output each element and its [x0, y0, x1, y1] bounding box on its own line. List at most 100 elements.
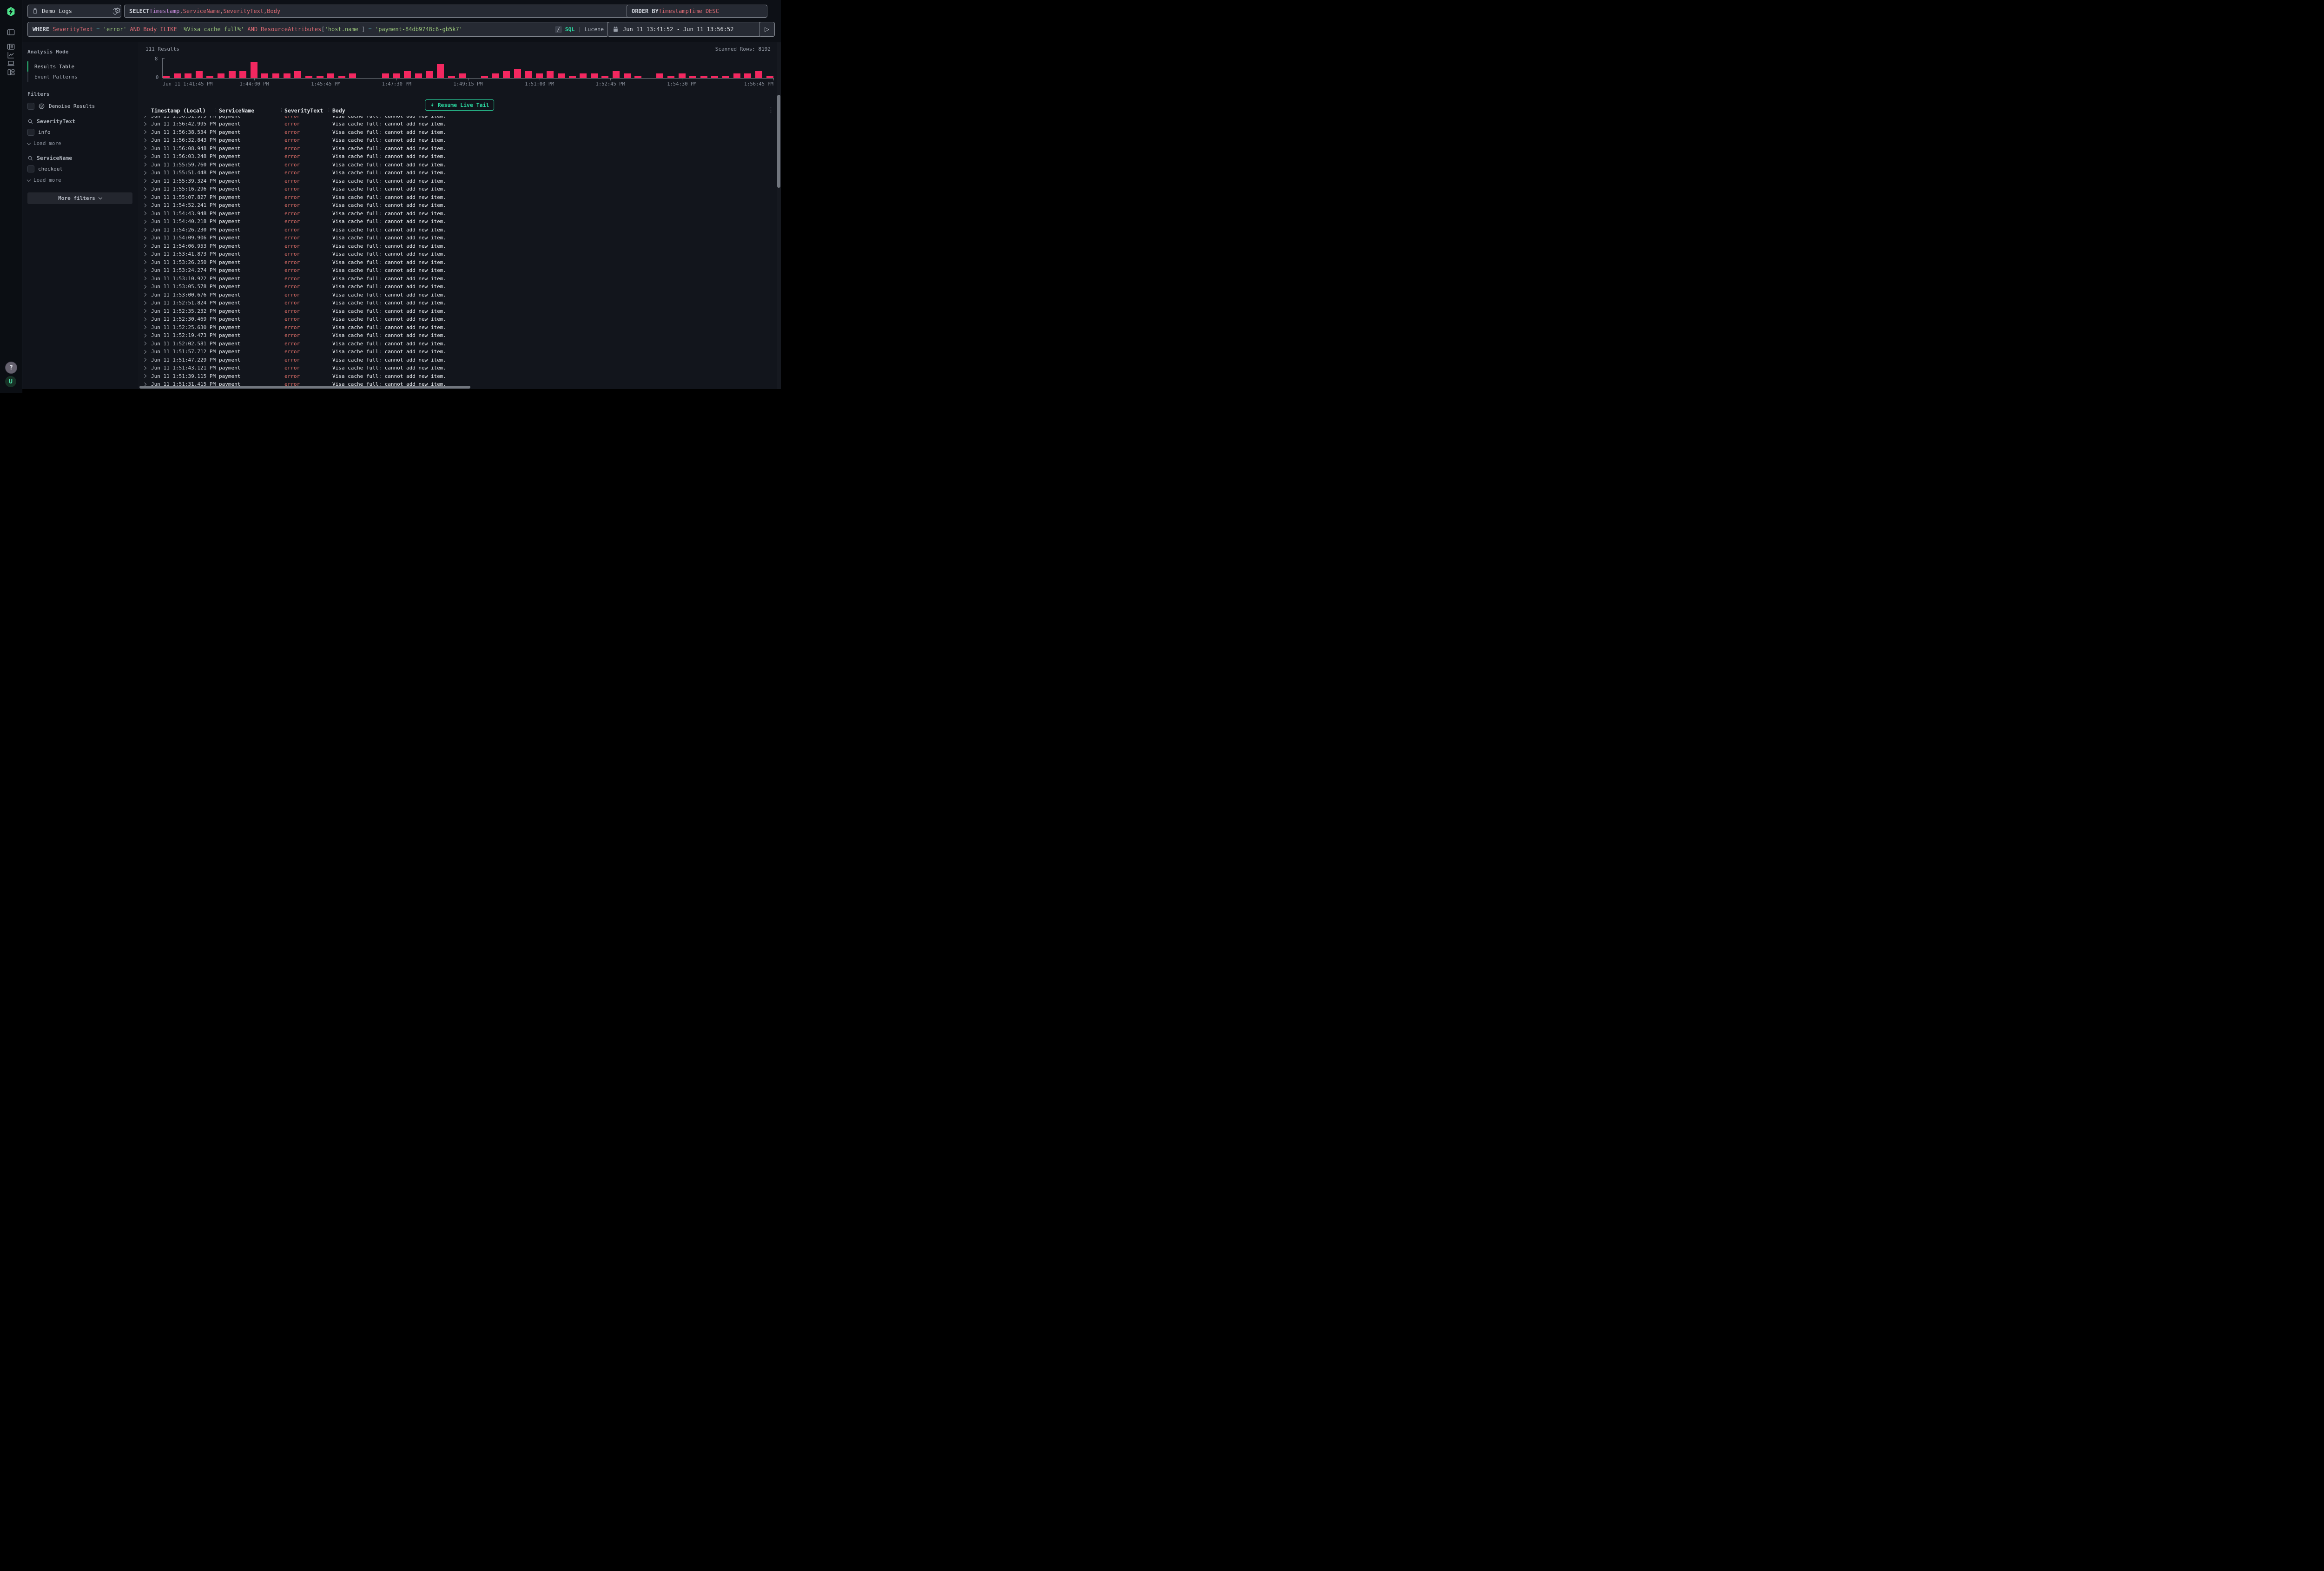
sidebar-panel-icon[interactable]: [6, 27, 16, 37]
denoise-checkbox[interactable]: [27, 103, 34, 110]
table-row[interactable]: Jun 11 1:53:41.873 PMpaymenterrorVisa ca…: [138, 251, 777, 259]
row-expand-icon[interactable]: [143, 219, 146, 223]
load-more-severitytext[interactable]: Load more: [27, 140, 132, 146]
row-expand-icon[interactable]: [143, 358, 146, 362]
dashboard-icon[interactable]: [6, 67, 16, 77]
avatar[interactable]: U: [5, 376, 16, 387]
where-query-input[interactable]: WHERE SeverityText = 'error' AND Body IL…: [27, 22, 608, 37]
table-row[interactable]: Jun 11 1:52:30.469 PMpaymenterrorVisa ca…: [138, 316, 777, 324]
row-expand-icon[interactable]: [143, 146, 146, 150]
row-expand-icon[interactable]: [143, 211, 146, 215]
table-row[interactable]: Jun 11 1:55:59.760 PMpaymenterrorVisa ca…: [138, 161, 777, 169]
table-row[interactable]: Jun 11 1:53:10.922 PMpaymenterrorVisa ca…: [138, 275, 777, 283]
row-expand-icon[interactable]: [143, 374, 146, 378]
table-row[interactable]: Jun 11 1:53:05.578 PMpaymenterrorVisa ca…: [138, 283, 777, 291]
table-row[interactable]: Jun 11 1:54:09.906 PMpaymenterrorVisa ca…: [138, 234, 777, 243]
row-expand-icon[interactable]: [143, 366, 146, 370]
table-row[interactable]: Jun 11 1:55:16.296 PMpaymenterrorVisa ca…: [138, 185, 777, 194]
time-range-picker[interactable]: Jun 11 13:41:52 - Jun 11 13:56:52: [607, 22, 761, 37]
row-expand-icon[interactable]: [143, 154, 146, 158]
table-row[interactable]: Jun 11 1:55:07.827 PMpaymenterrorVisa ca…: [138, 193, 777, 202]
row-expand-icon[interactable]: [143, 236, 146, 239]
help-button[interactable]: ?: [5, 362, 17, 374]
table-row[interactable]: Jun 11 1:52:19.473 PMpaymenterrorVisa ca…: [138, 332, 777, 340]
row-expand-icon[interactable]: [143, 195, 146, 199]
row-expand-icon[interactable]: [143, 350, 146, 353]
more-filters-button[interactable]: More filters: [27, 192, 132, 204]
vertical-scrollbar-thumb[interactable]: [777, 95, 780, 188]
table-row[interactable]: Jun 11 1:54:52.241 PMpaymenterrorVisa ca…: [138, 202, 777, 210]
table-row[interactable]: Jun 11 1:54:06.953 PMpaymenterrorVisa ca…: [138, 242, 777, 251]
row-expand-icon[interactable]: [143, 179, 146, 183]
gear-icon[interactable]: ⚙: [114, 6, 121, 15]
table-row[interactable]: Jun 11 1:54:26.230 PMpaymenterrorVisa ca…: [138, 226, 777, 234]
table-row[interactable]: Jun 11 1:52:25.630 PMpaymenterrorVisa ca…: [138, 323, 777, 332]
histogram-bar: [261, 73, 268, 78]
table-row[interactable]: Jun 11 1:56:03.248 PMpaymenterrorVisa ca…: [138, 153, 777, 161]
cell-sev: error: [284, 267, 300, 273]
column-resize-handle[interactable]: ⋮: [326, 107, 331, 113]
table-row[interactable]: Jun 11 1:51:47.229 PMpaymenterrorVisa ca…: [138, 356, 777, 364]
table-row[interactable]: Jun 11 1:52:35.232 PMpaymenterrorVisa ca…: [138, 307, 777, 316]
table-row[interactable]: Jun 11 1:56:08.948 PMpaymenterrorVisa ca…: [138, 145, 777, 153]
row-expand-icon[interactable]: [143, 130, 146, 134]
table-row[interactable]: Jun 11 1:54:43.948 PMpaymenterrorVisa ca…: [138, 210, 777, 218]
table-row[interactable]: Jun 11 1:56:42.995 PMpaymenterrorVisa ca…: [138, 120, 777, 129]
row-expand-icon[interactable]: [143, 203, 146, 207]
row-expand-icon[interactable]: [143, 260, 146, 264]
table-row[interactable]: Jun 11 1:53:26.250 PMpaymenterrorVisa ca…: [138, 258, 777, 267]
row-expand-icon[interactable]: [143, 317, 146, 321]
row-expand-icon[interactable]: [143, 244, 146, 248]
lucene-mode-option[interactable]: Lucene: [584, 26, 604, 33]
row-expand-icon[interactable]: [143, 277, 146, 280]
resume-live-tail-button[interactable]: Resume Live Tail: [425, 99, 495, 111]
histogram-bar: [251, 62, 257, 78]
row-expand-icon[interactable]: [143, 122, 146, 125]
table-row[interactable]: Jun 11 1:52:51.824 PMpaymenterrorVisa ca…: [138, 299, 777, 308]
row-expand-icon[interactable]: [143, 252, 146, 256]
load-more-servicename[interactable]: Load more: [27, 177, 132, 183]
row-expand-icon[interactable]: [143, 342, 146, 345]
row-expand-icon[interactable]: [143, 325, 146, 329]
row-expand-icon[interactable]: [143, 268, 146, 272]
row-expand-icon[interactable]: [143, 163, 146, 166]
table-row[interactable]: Jun 11 1:56:32.843 PMpaymenterrorVisa ca…: [138, 137, 777, 145]
column-resize-handle[interactable]: ⋮: [213, 107, 218, 113]
row-expand-icon[interactable]: [143, 138, 146, 142]
sql-mode-option[interactable]: SQL: [565, 26, 575, 33]
row-expand-icon[interactable]: [143, 293, 146, 297]
table-row[interactable]: Jun 11 1:56:38.534 PMpaymenterrorVisa ca…: [138, 128, 777, 137]
mode-results-table[interactable]: Results Table: [27, 61, 132, 72]
mode-event-patterns[interactable]: Event Patterns: [27, 72, 132, 82]
table-row[interactable]: Jun 11 1:53:24.274 PMpaymenterrorVisa ca…: [138, 267, 777, 275]
table-row[interactable]: Jun 11 1:51:39.115 PMpaymenterrorVisa ca…: [138, 372, 777, 381]
facet-option-checkbox[interactable]: [27, 129, 34, 136]
row-expand-icon[interactable]: [143, 228, 146, 231]
row-expand-icon[interactable]: [143, 309, 146, 313]
table-row[interactable]: Jun 11 1:53:00.676 PMpaymenterrorVisa ca…: [138, 291, 777, 299]
select-query-input[interactable]: SELECT Timestamp, ServiceName, SeverityT…: [124, 5, 632, 18]
table-row[interactable]: Jun 11 1:54:40.218 PMpaymenterrorVisa ca…: [138, 218, 777, 226]
query-language-toggle[interactable]: / SQL | Lucene: [555, 26, 608, 33]
horizontal-scrollbar-thumb[interactable]: [139, 386, 470, 389]
hyperdx-logo-icon[interactable]: [6, 7, 16, 17]
table-row[interactable]: Jun 11 1:55:51.448 PMpaymenterrorVisa ca…: [138, 169, 777, 178]
row-expand-icon[interactable]: [143, 284, 146, 288]
log-histogram[interactable]: 8 0: [163, 59, 773, 79]
table-options-icon[interactable]: ⋮: [768, 107, 774, 114]
row-expand-icon[interactable]: [143, 171, 146, 174]
table-row[interactable]: Jun 11 1:52:02.581 PMpaymenterrorVisa ca…: [138, 340, 777, 348]
source-select[interactable]: Demo Logs: [27, 5, 121, 18]
run-query-button[interactable]: ▷: [759, 22, 775, 37]
histogram-bar: [624, 73, 631, 78]
table-row[interactable]: Jun 11 1:55:39.324 PMpaymenterrorVisa ca…: [138, 177, 777, 185]
table-row[interactable]: Jun 11 1:51:57.712 PMpaymenterrorVisa ca…: [138, 348, 777, 356]
orderby-input[interactable]: ORDER BY TimestampTime DESC: [627, 5, 767, 18]
row-expand-icon[interactable]: [143, 333, 146, 337]
facet-option-checkbox[interactable]: [27, 165, 34, 172]
table-row[interactable]: Jun 11 1:51:43.121 PMpaymenterrorVisa ca…: [138, 364, 777, 373]
cell-body: Visa cache full: cannot add new item.: [332, 349, 446, 355]
row-expand-icon[interactable]: [143, 301, 146, 304]
row-expand-icon[interactable]: [143, 187, 146, 191]
column-resize-handle[interactable]: ⋮: [279, 107, 284, 113]
